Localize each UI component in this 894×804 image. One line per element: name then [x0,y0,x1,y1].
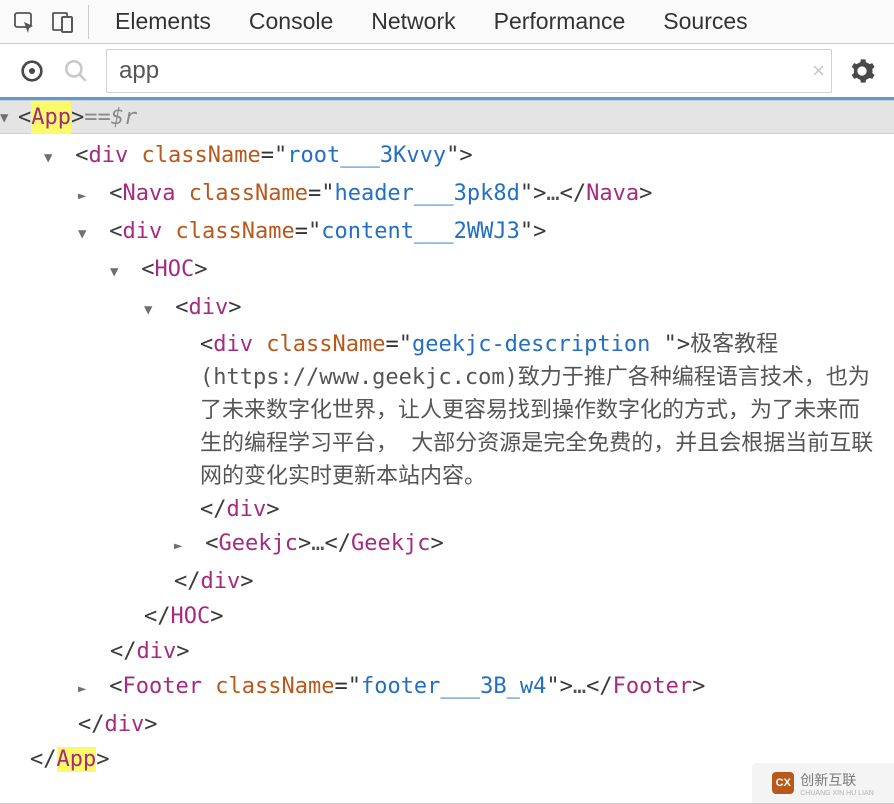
component-name: Nava [123,181,176,206]
ref-eq: == [84,101,111,134]
component-name: Geekjc [219,531,298,556]
ellipsis: … [311,531,324,556]
tree-row-close[interactable]: </div> [0,564,894,599]
attr-name: className [142,143,261,168]
tag-name: div [227,497,267,522]
chevron-right-icon[interactable] [174,527,192,563]
device-toggle-icon[interactable] [44,3,82,41]
attr-value: footer___3B_w4 [361,674,546,699]
tag-name: div [137,639,177,664]
tab-network[interactable]: Network [371,8,455,35]
tag-name: div [105,712,145,737]
tree-row[interactable]: <div className="geekjc-description ">极客教… [0,328,894,526]
tree-row[interactable]: <HOC> [0,252,894,290]
attr-value: geekjc-description [412,332,664,357]
tree-row[interactable]: <Geekjc>…</Geekjc> [0,526,894,564]
attr-name: className [176,219,295,244]
clear-search-icon[interactable]: × [812,58,825,84]
ellipsis: … [546,181,559,206]
bracket: < [18,101,31,134]
component-name: HOC [171,604,211,629]
attr-name: className [215,674,334,699]
component-name: Footer [123,674,202,699]
chevron-down-icon[interactable] [44,139,62,175]
tab-performance[interactable]: Performance [494,8,626,35]
tree-row-close[interactable]: </div> [0,707,894,742]
tree-row[interactable]: <Footer className="footer___3B_w4">…</Fo… [0,669,894,707]
search-input-wrap: × [106,49,832,93]
target-icon[interactable] [10,49,54,93]
tab-console[interactable]: Console [249,8,333,35]
component-name: HOC [155,257,195,282]
tab-elements[interactable]: Elements [115,8,211,35]
tag-name: div [201,569,241,594]
watermark-badge: CX 创新互联 CHUANG XIN HU LIAN [752,763,894,803]
component-tree: <App> == $r <div className="root___3Kvvy… [0,100,894,777]
watermark-text: 创新互联 [800,772,856,788]
watermark-logo-icon: CX [772,772,794,794]
bracket: > [71,101,84,134]
tree-row[interactable]: <div className="content___2WWJ3"> [0,214,894,252]
ellipsis: … [573,674,586,699]
component-name: App [57,747,97,772]
attr-name: className [189,181,308,206]
chevron-down-icon[interactable] [0,99,18,135]
tree-row[interactable]: <div> [0,290,894,328]
component-name: Geekjc [351,531,430,556]
chevron-down-icon[interactable] [110,253,128,289]
tag-name: div [189,295,229,320]
tree-row-close[interactable]: </div> [0,634,894,669]
tag-name: div [89,143,129,168]
gear-icon[interactable] [840,49,884,93]
tab-sources[interactable]: Sources [663,8,747,35]
react-search-bar: × [0,44,894,100]
chevron-down-icon[interactable] [144,291,162,327]
tag-name: div [123,219,163,244]
search-icon[interactable] [54,49,98,93]
chevron-down-icon[interactable] [78,215,96,251]
tree-row[interactable]: <Nava className="header___3pk8d">…</Nava… [0,176,894,214]
attr-value: content___2WWJ3 [321,219,520,244]
devtools-tabbar: Elements Console Network Performance Sou… [0,0,894,44]
attr-value: root___3Kvvy [287,143,446,168]
component-name: Nava [586,181,639,206]
component-name: Footer [613,674,692,699]
chevron-right-icon[interactable] [78,177,96,213]
tree-row[interactable]: <div className="root___3Kvvy"> [0,138,894,176]
divider [88,5,89,39]
component-name: App [31,101,71,134]
tag-name: div [213,332,253,357]
tree-row-selected[interactable]: <App> == $r [0,100,894,134]
attr-value: header___3pk8d [334,181,519,206]
search-input[interactable] [117,56,797,86]
ref-var: $r [111,101,138,134]
inspect-element-icon[interactable] [6,3,44,41]
tree-row-close[interactable]: </HOC> [0,599,894,634]
watermark-subtext: CHUANG XIN HU LIAN [800,790,874,797]
attr-name: className [266,332,385,357]
chevron-right-icon[interactable] [78,670,96,706]
